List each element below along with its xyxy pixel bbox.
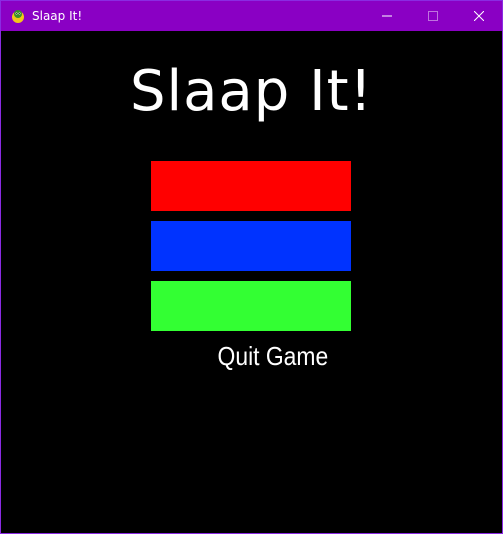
game-canvas: Slaap It! Single Player Two Player Quit …: [1, 31, 502, 533]
game-window: Slaap It! Slaap It! Single Player Two Pl…: [0, 0, 503, 534]
maximize-icon: [428, 11, 438, 21]
minimize-button[interactable]: [364, 1, 410, 31]
single-player-button[interactable]: Single Player: [151, 161, 351, 251]
close-button[interactable]: [456, 1, 502, 31]
quit-game-button[interactable]: Quit Game: [151, 281, 351, 371]
two-player-button[interactable]: Two Player: [151, 221, 351, 311]
minimize-icon: [382, 15, 392, 17]
quit-game-label: Quit Game: [217, 341, 328, 371]
game-title: Slaap It!: [129, 59, 373, 124]
maximize-button[interactable]: [410, 1, 456, 31]
title-bar[interactable]: Slaap It!: [1, 1, 502, 31]
close-icon: [474, 11, 484, 21]
pygame-snake-icon: [10, 8, 26, 24]
window-title: Slaap It!: [32, 9, 83, 23]
